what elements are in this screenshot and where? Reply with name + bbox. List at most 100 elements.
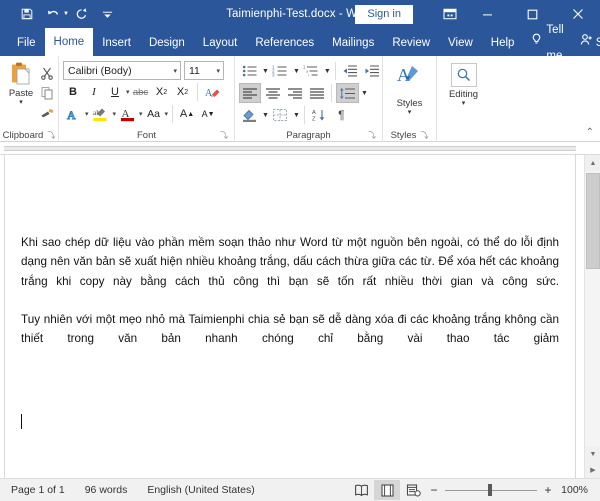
text-effects-button[interactable]: A [63,104,84,124]
sign-in-button[interactable]: Sign in [355,4,413,24]
tell-me-box[interactable]: Tell me [523,24,571,62]
font-color-button[interactable]: A [117,104,138,124]
line-spacing-button[interactable] [336,83,359,103]
font-name-input[interactable]: Calibri (Body) ▾ [63,61,181,80]
collapse-ribbon-icon[interactable]: ⌃ [586,127,594,138]
clear-formatting-icon[interactable]: A [202,82,223,102]
bullets-button[interactable] [239,61,260,81]
redo-icon[interactable] [69,3,95,25]
scroll-up-arrow-icon[interactable]: ▲ [585,155,600,171]
borders-button[interactable] [270,105,291,125]
align-left-button[interactable] [239,83,261,103]
web-layout-icon[interactable] [400,480,426,500]
format-painter-icon[interactable] [38,104,56,122]
line-spacing-caret-icon[interactable]: ▼ [361,90,368,97]
sort-button[interactable]: AZ [309,105,330,125]
tab-review[interactable]: Review [383,30,439,56]
align-right-button[interactable] [284,83,305,103]
numbering-button[interactable]: 123 [270,61,291,81]
copy-icon[interactable] [38,84,56,102]
horizontal-ruler[interactable] [0,142,600,155]
text-highlight-button[interactable]: ab [90,104,112,124]
strikethrough-button[interactable]: abc [131,82,151,102]
paste-button[interactable]: Paste ▾ [4,61,38,122]
print-layout-icon[interactable] [374,480,400,500]
scroll-down-arrow-icon[interactable]: ▼ [585,446,600,462]
document-page[interactable]: Khi sao chép dữ liệu vào phần mềm soạn t… [4,155,576,478]
tab-help[interactable]: Help [482,30,524,56]
editing-caret-icon[interactable]: ▾ [462,99,466,107]
font-color-caret-icon[interactable]: ▾ [139,110,143,118]
status-language[interactable]: English (United States) [137,484,264,496]
styles-caret-icon[interactable]: ▾ [408,108,412,116]
styles-dialog-launcher-icon[interactable]: ⤵ [420,130,428,141]
tab-file[interactable]: File [8,30,45,56]
shrink-font-button[interactable]: A ▼ [198,104,218,124]
scrollbar-thumb[interactable] [586,173,600,269]
multilevel-list-button[interactable]: 1ai [301,61,322,81]
italic-button[interactable]: I [84,82,104,102]
tab-design[interactable]: Design [140,30,194,56]
customize-quick-access-icon[interactable] [95,3,121,25]
zoom-in-button[interactable]: + [540,483,556,497]
zoom-out-button[interactable]: − [426,483,442,497]
editing-button[interactable]: Editing ▾ [437,59,490,107]
document-text-body[interactable]: Khi sao chép dữ liệu vào phần mềm soạn t… [21,233,559,348]
clipboard-group-label: Clipboard ⤵ [0,130,58,141]
highlight-caret-icon[interactable]: ▾ [113,110,117,118]
bullets-caret-icon[interactable]: ▼ [262,68,269,75]
share-button[interactable]: Share [572,30,600,56]
tab-home[interactable]: Home [44,28,94,56]
shading-caret-icon[interactable]: ▼ [262,112,269,119]
status-word-count[interactable]: 96 words [75,484,138,496]
paste-caret[interactable]: ▾ [19,98,23,106]
subscript-button[interactable]: X2 [152,82,172,102]
decrease-indent-button[interactable] [339,61,360,81]
zoom-slider[interactable] [445,480,537,500]
font-dialog-launcher-icon[interactable]: ⤵ [220,130,228,141]
superscript-button[interactable]: X2 [173,82,193,102]
show-formatting-marks-button[interactable]: ¶ [331,105,352,125]
cut-icon[interactable] [38,64,56,82]
font-name-caret-icon[interactable]: ▾ [173,67,177,75]
read-mode-icon[interactable] [348,480,374,500]
text-effects-caret-icon[interactable]: ▾ [85,110,89,118]
tab-layout[interactable]: Layout [194,30,247,56]
zoom-slider-thumb[interactable] [488,484,492,496]
paragraph-2[interactable]: Tuy nhiên với một mẹo nhỏ mà Taimienphi … [21,310,559,349]
save-icon[interactable] [14,3,40,25]
font-size-input[interactable]: 11 ▾ [184,61,224,80]
styles-button[interactable]: A Styles ▾ [383,59,436,116]
paragraph-dialog-launcher-icon[interactable]: ⤵ [368,130,376,141]
ribbon-display-options-icon[interactable] [435,0,465,28]
multilevel-caret-icon[interactable]: ▼ [324,68,331,75]
quick-access-toolbar: ▼ [0,3,121,25]
tab-references[interactable]: References [246,30,323,56]
document-canvas[interactable]: Khi sao chép dữ liệu vào phần mềm soạn t… [0,155,600,478]
clipboard-dialog-launcher-icon[interactable]: ⤵ [47,130,55,141]
tab-mailings[interactable]: Mailings [323,30,383,56]
paragraph-1[interactable]: Khi sao chép dữ liệu vào phần mềm soạn t… [21,233,559,291]
change-case-button[interactable]: Aa [144,104,164,124]
status-bar: Page 1 of 1 96 words English (United Sta… [0,478,600,501]
split-window-handle-icon[interactable]: ▶ [585,462,600,478]
bold-button[interactable]: B [63,82,83,102]
vertical-scrollbar[interactable]: ▲ ▼ ▶ [584,155,600,478]
zoom-level-value[interactable]: 100% [556,484,592,496]
increase-indent-button[interactable] [361,61,382,81]
align-center-button[interactable] [262,83,283,103]
minimize-button[interactable] [465,0,510,28]
underline-caret-icon[interactable]: ▾ [126,88,130,96]
underline-button[interactable]: U [105,82,125,102]
numbering-caret-icon[interactable]: ▼ [293,68,300,75]
justify-button[interactable] [306,83,327,103]
status-page-number[interactable]: Page 1 of 1 [0,484,75,496]
shading-button[interactable] [239,105,260,125]
change-case-caret-icon[interactable]: ▾ [165,110,169,118]
tab-insert[interactable]: Insert [93,30,140,56]
borders-caret-icon[interactable]: ▼ [293,112,300,119]
font-size-caret-icon[interactable]: ▾ [216,67,220,75]
grow-font-button[interactable]: A ▲ [177,104,197,124]
font-divider-1 [196,83,198,101]
tab-view[interactable]: View [439,30,482,56]
